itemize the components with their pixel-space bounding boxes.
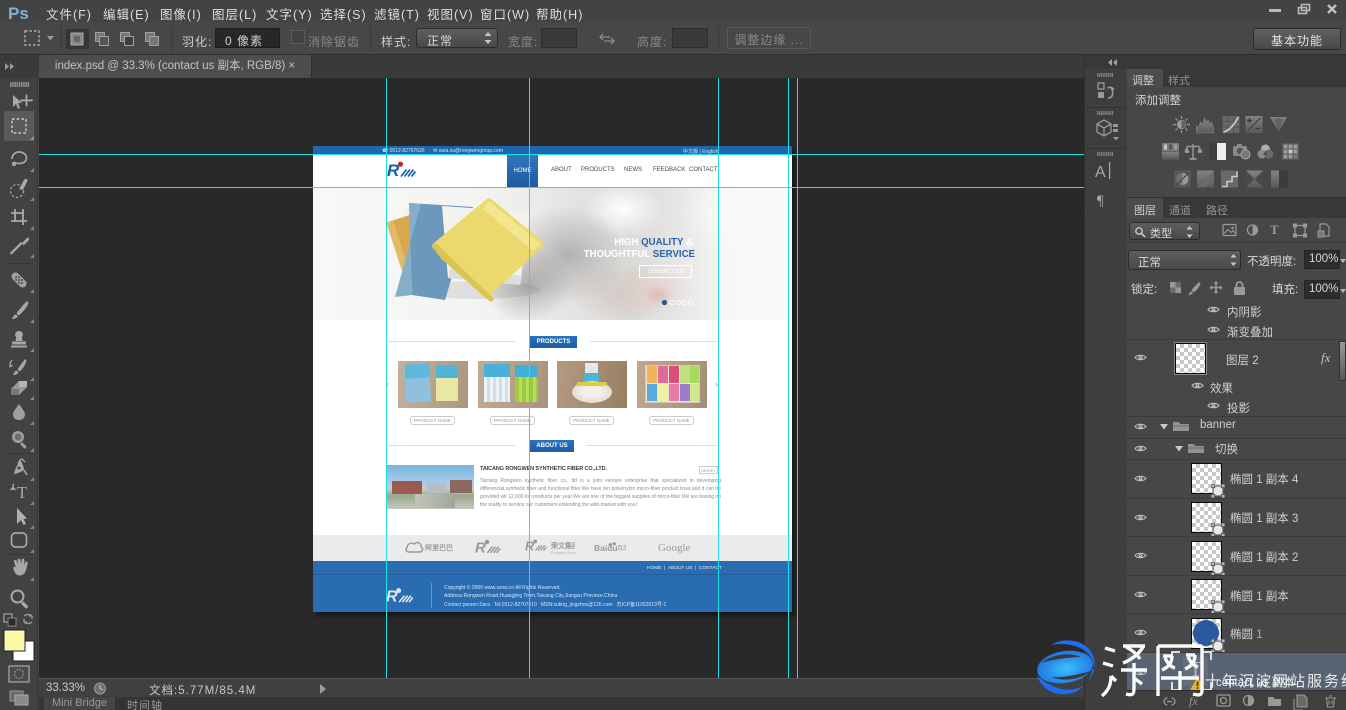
svg-text:Rongwen Group: Rongwen Group <box>551 551 575 555</box>
svg-text:T: T <box>1270 222 1279 237</box>
svg-text:¶: ¶ <box>1097 193 1104 209</box>
svg-text:fx: fx <box>1189 694 1198 708</box>
svg-text:T: T <box>17 483 28 502</box>
svg-text:荣文集团: 荣文集团 <box>550 541 575 550</box>
svg-text:阿里巴巴: 阿里巴巴 <box>425 543 453 552</box>
svg-text:Google: Google <box>658 542 691 554</box>
svg-text:A: A <box>1095 164 1106 181</box>
svg-text:百度: 百度 <box>617 544 626 552</box>
